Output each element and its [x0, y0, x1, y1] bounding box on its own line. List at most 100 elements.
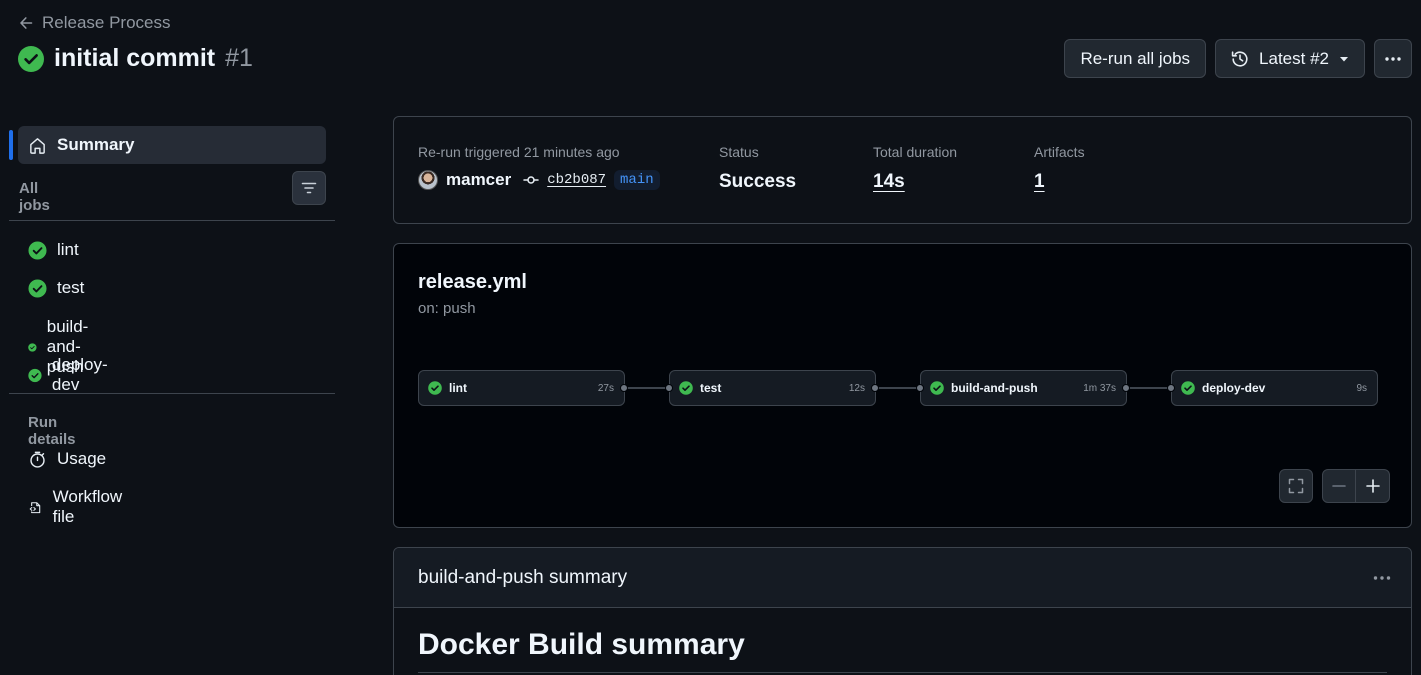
success-check-icon	[28, 342, 37, 352]
zoom-in-button[interactable]	[1356, 469, 1390, 503]
workflow-graph-card: release.yml on: push lint 27s test 12s b…	[393, 243, 1412, 528]
kebab-horizontal-icon	[1385, 56, 1401, 61]
success-check-icon	[428, 381, 442, 395]
rerun-all-jobs-button[interactable]: Re-run all jobs	[1064, 39, 1207, 78]
commit-sha-link[interactable]: cb2b087	[547, 172, 606, 188]
file-code-icon	[29, 501, 41, 513]
sidebar-divider	[9, 393, 335, 394]
job-name: deploy-dev	[51, 355, 108, 394]
graph-zoom-controls	[1322, 469, 1390, 503]
node-name: deploy-dev	[1202, 381, 1266, 395]
more-options-button[interactable]	[1374, 39, 1412, 78]
success-check-icon	[28, 368, 42, 382]
job-name: lint	[57, 240, 79, 259]
duration-info: Total duration 14s	[873, 144, 957, 193]
artifacts-label: Artifacts	[1034, 144, 1085, 160]
graph-connector-dot	[1122, 384, 1130, 392]
caret-down-icon	[1340, 56, 1348, 61]
graph-connector-dot	[871, 384, 879, 392]
success-check-icon	[28, 278, 47, 298]
node-name: lint	[449, 381, 467, 395]
node-duration: 1m 37s	[1083, 382, 1116, 394]
status-label: Status	[719, 144, 759, 160]
graph-node-lint[interactable]: lint 27s	[418, 370, 625, 406]
back-to-workflow-link[interactable]: Release Process	[18, 13, 171, 33]
graph-connector-dot	[620, 384, 628, 392]
latest-attempt-dropdown[interactable]: Latest #2	[1215, 39, 1365, 78]
success-check-icon	[679, 381, 693, 395]
filter-icon	[301, 182, 317, 194]
job-summary-card: build-and-push summary Docker Build summ…	[393, 547, 1412, 675]
success-check-icon	[28, 240, 47, 260]
header-actions: Re-run all jobs Latest #2	[1064, 39, 1412, 78]
graph-connector	[875, 387, 921, 389]
run-summary-card: Re-run triggered 21 minutes ago mamcer c…	[393, 116, 1412, 224]
node-duration: 9s	[1356, 382, 1367, 394]
run-title-text: initial commit	[54, 44, 216, 72]
graph-connector-dot	[916, 384, 924, 392]
usage-label: Usage	[57, 449, 107, 468]
actor-link[interactable]: mamcer	[446, 170, 511, 190]
graph-node-test[interactable]: test 12s	[669, 370, 876, 406]
workflow-trigger: on: push	[418, 300, 476, 317]
artifacts-info: Artifacts 1	[1034, 144, 1085, 193]
sidebar-divider	[9, 220, 335, 221]
avatar[interactable]	[418, 170, 438, 190]
run-number: #1	[225, 44, 253, 72]
arrow-left-icon	[20, 17, 33, 29]
status-value: Success	[719, 171, 797, 192]
latest-attempt-label: Latest #2	[1259, 48, 1329, 68]
success-check-icon	[930, 381, 944, 395]
sidebar-job-lint[interactable]: lint	[28, 240, 79, 260]
branch-label[interactable]: main	[614, 170, 660, 190]
graph-connector-dot	[1167, 384, 1175, 392]
graph-node-deploy-dev[interactable]: deploy-dev 9s	[1171, 370, 1378, 406]
node-duration: 27s	[597, 382, 614, 394]
graph-connector	[624, 387, 670, 389]
fullscreen-button[interactable]	[1279, 469, 1313, 503]
run-details-heading: Run details	[28, 414, 76, 448]
job-summary-title: build-and-push summary	[418, 566, 628, 588]
node-name: test	[700, 381, 722, 395]
docker-build-summary-heading: Docker Build summary	[418, 628, 745, 661]
sidebar-item-workflow-file[interactable]: Workflow file	[28, 487, 127, 527]
git-commit-icon	[523, 176, 539, 184]
sidebar-item-usage[interactable]: Usage	[28, 449, 106, 469]
plus-icon	[1365, 479, 1380, 493]
home-icon	[30, 137, 45, 154]
stopwatch-icon	[30, 451, 45, 468]
history-icon	[1231, 50, 1248, 67]
node-name: build-and-push	[951, 381, 1038, 395]
job-summary-options-button[interactable]	[1371, 567, 1393, 589]
workflow-file-name: release.yml	[418, 271, 527, 293]
node-duration: 12s	[848, 382, 865, 394]
trigger-label: Re-run triggered 21 minutes ago	[418, 144, 620, 160]
heading-rule	[418, 672, 1387, 673]
status-info: Status Success	[719, 144, 796, 193]
artifacts-count-link[interactable]: 1	[1034, 171, 1045, 193]
sidebar-job-deploy-dev[interactable]: deploy-dev	[28, 355, 113, 395]
graph-fullscreen-group	[1279, 469, 1313, 503]
sidebar-item-summary[interactable]: Summary	[9, 126, 326, 164]
success-check-icon	[1181, 381, 1195, 395]
workflow-file-label: Workflow file	[52, 487, 123, 526]
kebab-horizontal-icon	[1373, 575, 1391, 580]
run-title: initial commit #1	[18, 44, 253, 73]
success-check-icon	[18, 45, 44, 72]
graph-node-build-and-push[interactable]: build-and-push 1m 37s	[920, 370, 1127, 406]
sidebar-summary-label: Summary	[57, 135, 135, 154]
back-link-label: Release Process	[42, 13, 171, 32]
sidebar-job-test[interactable]: test	[28, 278, 84, 298]
zoom-out-button[interactable]	[1322, 469, 1356, 503]
duration-value-link[interactable]: 14s	[873, 171, 905, 193]
trigger-info: Re-run triggered 21 minutes ago mamcer c…	[418, 144, 660, 190]
graph-connector-dot	[665, 384, 673, 392]
trigger-details: mamcer cb2b087 main	[418, 170, 660, 190]
screen-full-icon	[1288, 478, 1304, 494]
filter-jobs-button[interactable]	[292, 171, 326, 205]
job-name: test	[57, 278, 85, 297]
minus-icon	[1332, 485, 1346, 487]
duration-label: Total duration	[873, 144, 958, 160]
all-jobs-heading: All jobs	[19, 180, 50, 214]
graph-connector	[1126, 387, 1172, 389]
